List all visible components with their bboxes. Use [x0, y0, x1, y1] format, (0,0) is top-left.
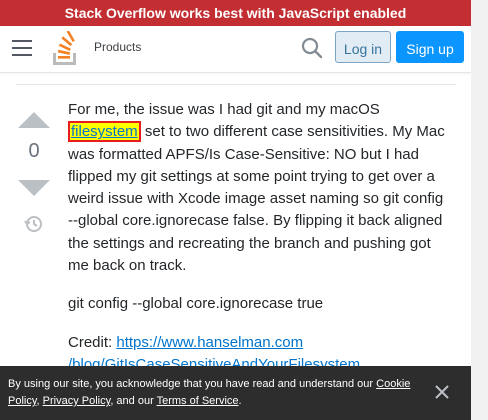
divider	[16, 84, 456, 85]
highlighted-link-filesystem[interactable]: filesystem	[68, 121, 141, 143]
vote-down-icon[interactable]	[18, 180, 50, 196]
vote-count: 0	[28, 140, 40, 162]
scrollbar[interactable]	[471, 0, 488, 420]
privacy-policy-link[interactable]: Privacy Policy	[43, 395, 111, 407]
vote-up-icon[interactable]	[18, 112, 50, 128]
hamburger-icon[interactable]	[12, 40, 32, 56]
top-bar: Products Log in Sign up	[0, 26, 471, 73]
stackoverflow-logo[interactable]	[50, 31, 80, 66]
signup-button[interactable]: Sign up	[396, 31, 464, 63]
history-icon[interactable]	[24, 214, 44, 234]
answer-paragraph: For me, the issue was I had git and my m…	[68, 101, 445, 275]
search-icon[interactable]	[300, 36, 324, 60]
cookie-consent-banner: By using our site, you acknowledge that …	[0, 366, 471, 420]
products-menu[interactable]: Products	[94, 26, 141, 72]
credit-link[interactable]: https://www.hanselman.com	[116, 334, 303, 351]
command-paragraph: git config --global core.ignorecase true	[68, 295, 324, 313]
terms-of-service-link[interactable]: Terms of Service	[157, 395, 239, 407]
close-icon[interactable]	[434, 384, 450, 400]
login-button[interactable]: Log in	[335, 31, 391, 63]
javascript-warning-banner: Stack Overflow works best with JavaScrip…	[0, 0, 471, 26]
